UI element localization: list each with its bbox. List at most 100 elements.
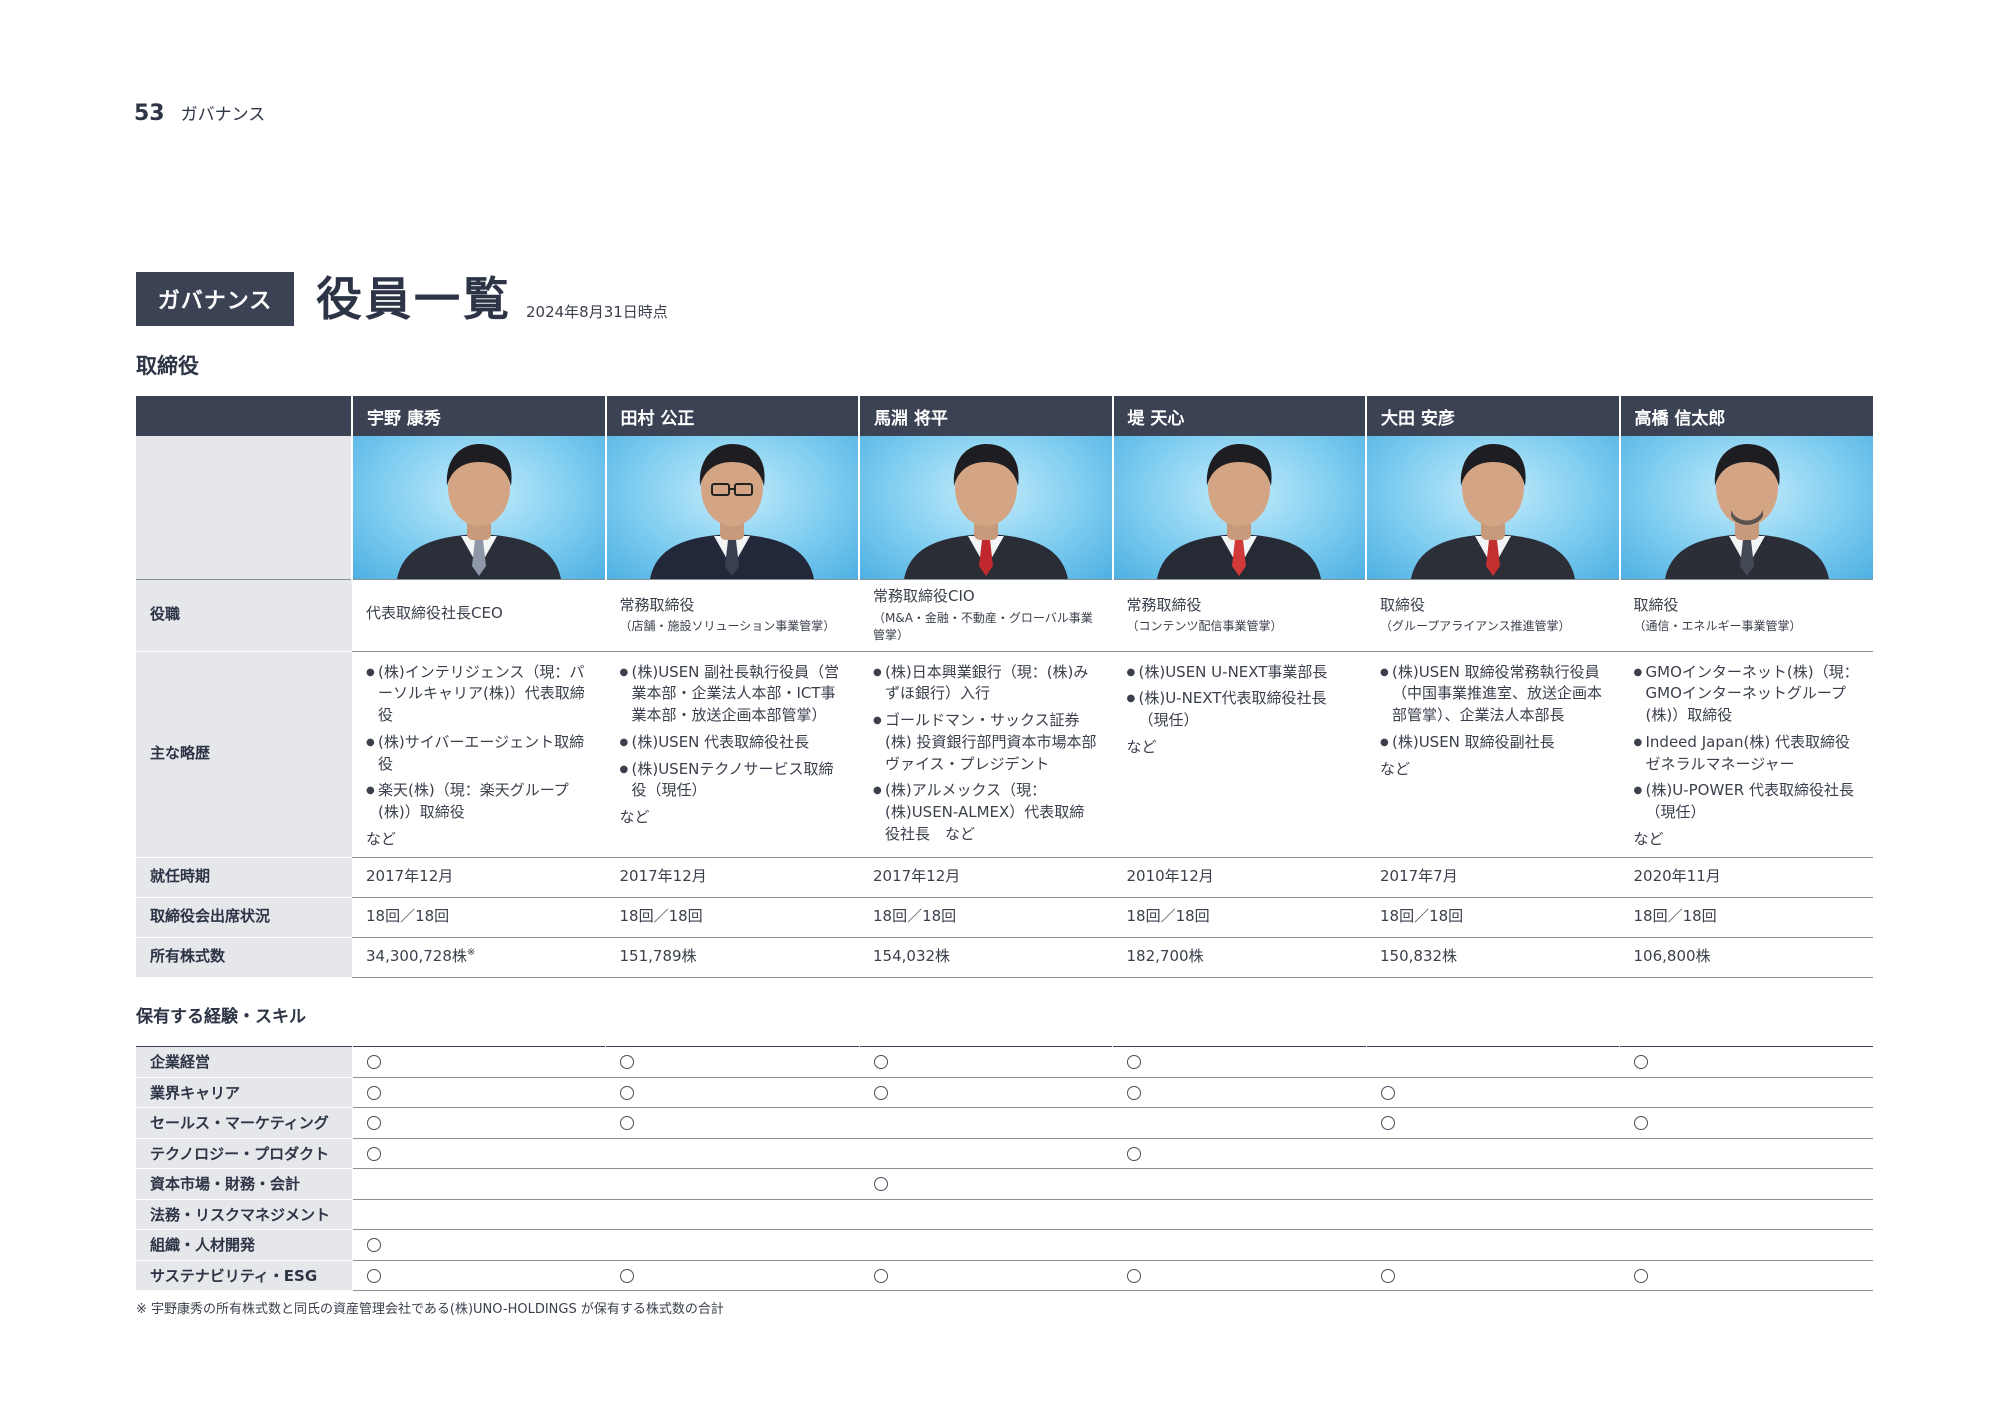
director-portrait [1113, 436, 1365, 579]
skills-body: 企業経営 業界キャリア セールス・マーケティング テクノロジー・プロダクト 資本市場・財… [136, 1046, 1873, 1291]
director-portrait [1367, 436, 1619, 579]
skill-cell [1619, 1107, 1873, 1139]
skill-row: テクノロジー・プロダクト [136, 1138, 1873, 1169]
skill-cell [1365, 1199, 1620, 1230]
career-note: など [366, 829, 397, 848]
skill-cell [1112, 1229, 1366, 1261]
shares-row: 所有株式数 34,300,728株※ 151,789株 154,032株 182… [136, 937, 1873, 978]
skill-cell [1619, 1046, 1873, 1078]
circle-check-icon [873, 1055, 888, 1070]
circle-check-icon [1127, 1268, 1141, 1283]
skill-label: 企業経営 [136, 1046, 352, 1078]
title-row: ガバナンス 役員一覧 2024年8月31日時点 [136, 272, 668, 326]
skill-cell [1619, 1199, 1873, 1230]
position-cell: 常務取締役 （店舗・施設ソリューション事業管掌） [605, 579, 859, 652]
circle-check-icon [873, 1085, 888, 1100]
skill-cell [858, 1138, 1113, 1169]
circle-check-icon [873, 1177, 888, 1192]
attendance-row: 取締役会出席状況 18回／18回 18回／18回 18回／18回 18回／18回… [136, 897, 1873, 938]
skills-matrix: 企業経営 業界キャリア セールス・マーケティング テクノロジー・プロダクト 資本市場・財… [136, 1046, 1873, 1291]
skill-label: 組織・人材開発 [136, 1229, 352, 1261]
director-portrait [353, 436, 605, 579]
appointed-row-label: 就任時期 [136, 857, 352, 898]
skill-label: 資本市場・財務・会計 [136, 1168, 352, 1200]
skill-row: セールス・マーケティング [136, 1107, 1873, 1139]
skill-cell [1112, 1138, 1366, 1169]
name-row: 宇野 康秀 田村 公正 馬淵 将平 堤 天心 大田 安彦 高橋 信太郎 [136, 396, 1873, 436]
footnote-mark: ※ [466, 947, 476, 959]
skill-cell [351, 1046, 606, 1078]
circle-check-icon [620, 1116, 634, 1131]
circle-check-icon [1634, 1268, 1648, 1283]
career-item: (株)日本興業銀行（現：(株)みずほ銀行）入行 [873, 662, 1099, 706]
career-item: (株)アルメックス（現：(株)USEN-ALMEX）代表取締役社長 など [873, 780, 1099, 845]
skill-label: サステナビリティ・ESG [136, 1260, 352, 1291]
circle-check-icon [366, 1238, 381, 1253]
attendance-row-label: 取締役会出席状況 [136, 897, 352, 938]
skill-cell [1112, 1107, 1366, 1139]
circle-check-icon [1380, 1085, 1395, 1100]
position-cell: 代表取締役社長CEO [352, 579, 606, 652]
career-note: など [1380, 759, 1411, 778]
career-note: など [619, 808, 650, 827]
shares-value: 154,032株 [859, 937, 1113, 978]
skill-cell [351, 1077, 606, 1108]
attendance-value: 18回／18回 [859, 897, 1113, 938]
shares-value: 151,789株 [605, 937, 859, 978]
attendance-value: 18回／18回 [1112, 897, 1366, 938]
position-row-label: 役職 [136, 579, 352, 652]
skill-cell [351, 1107, 606, 1139]
director-name: 馬淵 将平 [858, 396, 1113, 436]
attendance-value: 18回／18回 [605, 897, 859, 938]
shares-value: 150,832株 [1366, 937, 1620, 978]
skill-cell [858, 1046, 1113, 1078]
appointed-value: 2010年12月 [1112, 857, 1366, 898]
career-list: (株)USEN 取締役常務執行役員（中国事業推進室、放送企画本部管掌）、企業法人… [1380, 662, 1606, 754]
career-list: (株)USEN U-NEXT事業部長 (株)U-NEXT代表取締役社長（現任） [1127, 662, 1353, 732]
attendance-value: 18回／18回 [1366, 897, 1620, 938]
skill-cell [351, 1260, 606, 1291]
director-photo-cell [1111, 436, 1366, 580]
skill-cell [1112, 1046, 1366, 1078]
circle-check-icon [1127, 1146, 1141, 1161]
shares-value: 34,300,728株 [366, 947, 467, 966]
circle-check-icon [366, 1146, 381, 1161]
career-list: (株)USEN 副社長執行役員（営業本部・企業法人本部・ICT事業本部・放送企画… [620, 662, 846, 803]
skill-cell [858, 1199, 1113, 1230]
director-portrait [1620, 436, 1873, 579]
appointed-row: 就任時期 2017年12月 2017年12月 2017年12月 2010年12月… [136, 857, 1873, 898]
skill-cell [858, 1107, 1113, 1139]
director-photo-cell [1618, 436, 1873, 580]
career-item: (株)USEN 代表取締役社長 [620, 732, 846, 754]
footnote: ※ 宇野康秀の所有株式数と同氏の資産管理会社である(株)UNO-HOLDINGS… [136, 1302, 724, 1317]
skill-cell [1365, 1229, 1620, 1261]
page-number: 53 [134, 101, 165, 126]
career-item: GMOインターネット(株)（現：GMOインターネットグループ(株)）取締役 [1634, 662, 1860, 727]
skill-cell [1619, 1077, 1873, 1108]
person-silhouette-icon [1157, 444, 1322, 579]
role-scope: （グループアライアンス推進管掌） [1380, 619, 1571, 634]
career-row-label: 主な略歴 [136, 651, 352, 858]
skill-cell [1365, 1168, 1620, 1200]
photo-row [136, 436, 1873, 580]
circle-check-icon [620, 1055, 634, 1070]
page-header: 53 ガバナンス [134, 100, 265, 126]
circle-check-icon [366, 1116, 381, 1131]
role-scope: （店舗・施設ソリューション事業管掌） [619, 619, 836, 634]
role-scope: （コンテンツ配信事業管掌） [1126, 619, 1283, 634]
page-section-label: ガバナンス [180, 105, 266, 125]
skill-cell [858, 1168, 1113, 1200]
circle-check-icon [1634, 1116, 1648, 1131]
career-item: (株)USEN 取締役常務執行役員（中国事業推進室、放送企画本部管掌）、企業法人… [1380, 662, 1606, 727]
role-title: 代表取締役社長CEO [366, 604, 503, 623]
circle-check-icon [1127, 1055, 1141, 1070]
skill-cell [605, 1168, 859, 1200]
skill-cell [351, 1138, 606, 1169]
career-item: (株)USEN 副社長執行役員（営業本部・企業法人本部・ICT事業本部・放送企画… [620, 662, 846, 727]
director-photo-cell [604, 436, 859, 580]
circle-check-icon [1634, 1055, 1648, 1070]
circle-check-icon [620, 1268, 634, 1283]
position-cell: 常務取締役 （コンテンツ配信事業管掌） [1112, 579, 1366, 652]
career-list: (株)インテリジェンス（現：パーソルキャリア(株)）代表取締役 (株)サイバーエ… [366, 662, 592, 824]
circle-check-icon [1380, 1268, 1395, 1283]
